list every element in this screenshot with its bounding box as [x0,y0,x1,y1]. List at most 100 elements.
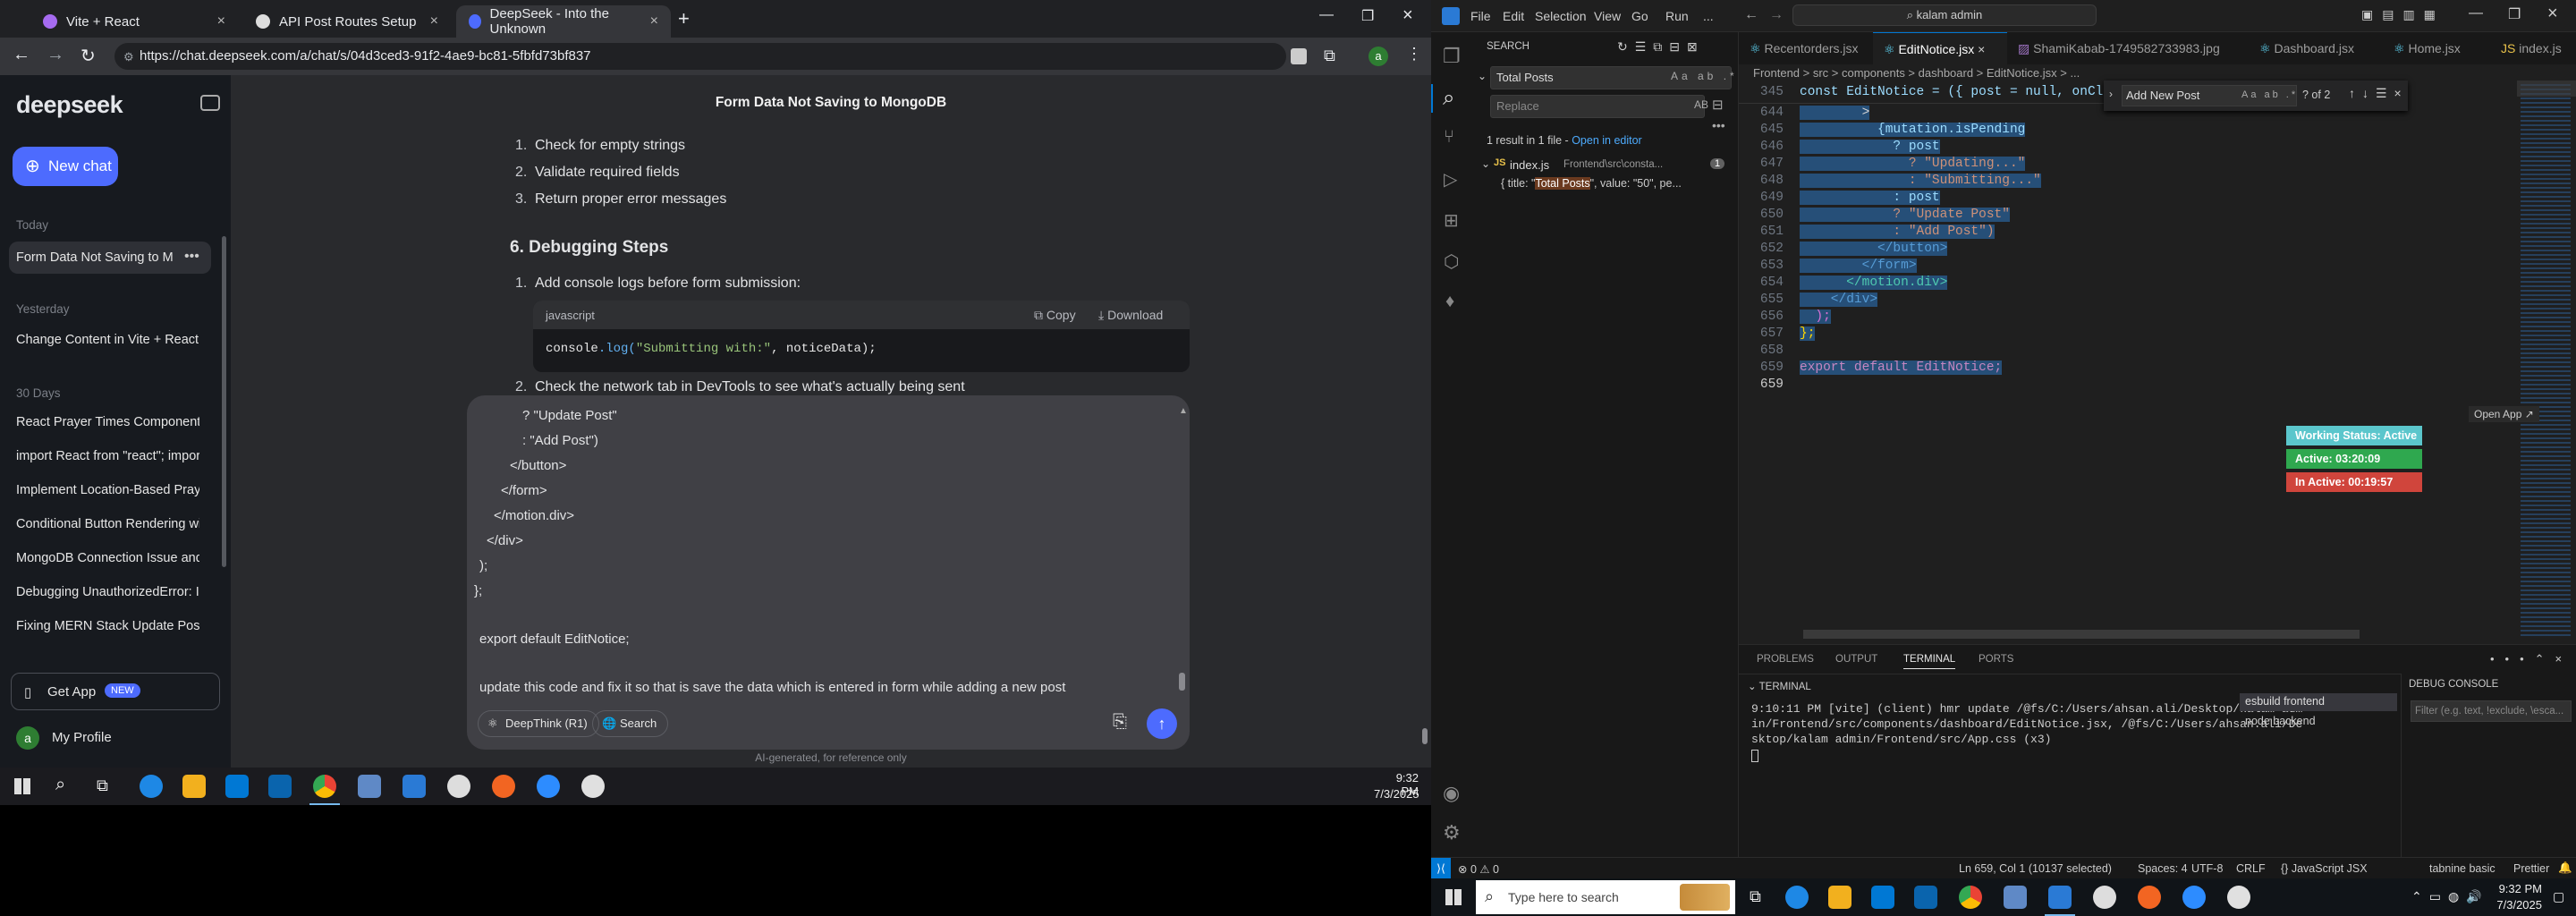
history-item[interactable]: Change Content in Vite + React [16,333,199,347]
menu-more[interactable]: ... [1703,9,1714,23]
tab-recentorders[interactable]: ⚛ Recentorders.jsx [1739,32,1873,64]
terminal-item[interactable]: node backend [2245,715,2316,727]
nav-forward-icon[interactable]: → [1769,7,1784,23]
run-debug-icon[interactable]: ▷ [1444,168,1457,191]
tab-image[interactable]: ▨ ShamiKabab-1749582733983.jpg [2007,32,2249,64]
task-view-icon[interactable]: ⧉ [97,776,108,795]
panel-tab-terminal[interactable]: TERMINAL [1903,654,1956,669]
menu-run[interactable]: Run [1665,9,1689,23]
tab-dashboard[interactable]: ⚛ Dashboard.jsx [2249,32,2383,64]
close-icon[interactable]: × [650,13,658,30]
site-info-icon[interactable]: ⚙ [123,50,134,64]
gear-icon[interactable]: ⚙ [1443,821,1461,844]
chat-input-box[interactable]: ? "Update Post" : "Add Post") </button> … [467,395,1190,750]
tabnine-status[interactable]: tabnine basic [2429,862,2496,875]
tab-editnotice[interactable]: ⚛ EditNotice.jsx × [1873,32,2007,64]
find-nav-buttons[interactable]: ↑↓☰× [2349,86,2409,101]
reload-icon[interactable]: ↻ [80,45,96,67]
history-item[interactable]: Fixing MERN Stack Update Post [16,619,199,633]
search-icon[interactable]: ⌕ [55,775,65,795]
close-icon[interactable]: × [2547,4,2558,24]
result-file-row[interactable]: ⌄ JS index.js Frontend\src\consta... 1 [1474,156,1739,175]
mail-icon[interactable] [268,775,292,798]
sidebar-scrollbar[interactable] [222,236,226,567]
store-icon[interactable] [1871,886,1894,909]
input-scrollbar[interactable] [1179,673,1185,691]
minimize-icon[interactable]: — [2469,5,2483,21]
clock-date[interactable]: 7/3/2025 [1374,787,1419,801]
menu-view[interactable]: View [1594,9,1621,23]
panel-tab-ports[interactable]: PORTS [1979,654,2013,665]
mail-icon[interactable] [1914,886,1937,909]
preserve-case-icon[interactable]: AB [1694,98,1708,111]
forward-icon[interactable]: → [47,45,64,65]
panel-actions[interactable]: •••⌃× [2490,652,2572,666]
menu-file[interactable]: File [1470,9,1491,23]
maximize-icon[interactable]: ❐ [1361,7,1374,25]
puzzle-icon[interactable]: ⧉ [1324,47,1335,65]
notification-icon[interactable]: ▢ [2553,889,2564,904]
search-icon[interactable]: ⌕ [1443,86,1454,111]
windows-start-icon[interactable] [1445,889,1462,905]
extension-icon[interactable] [1291,48,1307,64]
indentation[interactable]: Spaces: 4 [2138,862,2188,875]
close-icon[interactable]: × [430,13,438,30]
minimap-slider[interactable] [2517,81,2576,97]
main-scrollbar[interactable] [1422,728,1428,744]
cursor-position[interactable]: Ln 659, Col 1 (10137 selected) [1959,862,2112,875]
chrome-icon[interactable] [313,775,336,798]
code-area[interactable]: 644 > 645 {mutation.isPending 646 ? post… [1739,106,2517,606]
tab-deepseek[interactable]: DeepSeek - Into the Unknown × [456,5,671,38]
vscode-icon[interactable] [402,775,426,798]
bell-icon[interactable]: 🔔 [2558,861,2572,875]
address-bar[interactable]: https://chat.deepseek.com/a/chat/s/04d3c… [114,43,1286,70]
replace-input[interactable]: Replace [1490,95,1705,118]
history-item[interactable]: Implement Location-Based Praye [16,483,199,497]
send-button[interactable]: ↑ [1147,708,1177,739]
zoom-icon[interactable] [2182,886,2206,909]
taskbar-search[interactable]: ⌕ Type here to search [1476,880,1735,914]
toggle-replace-icon[interactable]: › [2109,88,2113,100]
history-item[interactable]: Debugging UnauthorizedError: I [16,585,199,599]
get-app-button[interactable]: ▯ Get App NEW [11,673,220,710]
close-window-icon[interactable]: × [1402,5,1413,26]
tab-index[interactable]: JS index.js [2490,32,2576,64]
explorer-icon[interactable]: ❐ [1443,45,1461,68]
vscode-insiders-icon[interactable] [358,775,381,798]
horizontal-scrollbar[interactable] [1803,630,2360,639]
chrome-alt-icon[interactable] [2227,886,2250,909]
collapse-sidebar-icon[interactable] [200,95,220,111]
encoding[interactable]: UTF-8 [2191,862,2223,875]
history-item[interactable]: React Prayer Times Component [16,415,199,429]
result-match-line[interactable]: { title: "Total Posts", value: "50", pe.… [1501,177,1682,190]
find-options[interactable]: Aa ab .* [2241,89,2298,100]
task-view-icon[interactable]: ⧉ [1750,887,1761,906]
debug-filter-input[interactable]: Filter (e.g. text, !exclude, \esca... [2411,700,2572,722]
back-icon[interactable]: ← [13,45,30,65]
deepseek-logo[interactable]: deepseek [16,91,123,119]
vscode-icon[interactable] [2048,886,2072,909]
attach-icon[interactable]: ⎘ [1113,712,1127,733]
open-app-button[interactable]: Open App ↗ [2469,406,2539,422]
open-in-editor-link[interactable]: Open in editor [1572,134,1642,147]
windows-start-icon[interactable] [14,778,30,794]
more-options-icon[interactable]: ••• [184,249,199,265]
file-explorer-icon[interactable] [1828,886,1852,909]
mongodb-icon[interactable]: ♦ [1445,292,1454,312]
nav-back-icon[interactable]: ← [1744,7,1758,23]
remote-icon[interactable]: ⟩⟨ [1431,858,1451,879]
chrome-alt-icon[interactable] [581,775,605,798]
breadcrumb[interactable]: Frontend > src > components > dashboard … [1753,66,2080,80]
menu-edit[interactable]: Edit [1503,9,1524,23]
search-button[interactable]: 🌐 Search [592,710,669,737]
close-icon[interactable]: × [217,13,225,30]
extensions-icon[interactable]: ⊞ [1444,209,1459,232]
file-explorer-icon[interactable] [182,775,206,798]
chrome-icon[interactable] [1959,886,1982,909]
menu-go[interactable]: Go [1631,9,1648,23]
postman-icon[interactable] [2138,886,2161,909]
panel-tab-output[interactable]: OUTPUT [1835,654,1877,665]
app-icon[interactable] [447,775,470,798]
scroll-up-icon[interactable]: ▲ [1179,406,1188,416]
language-mode[interactable]: {} JavaScript JSX [2281,862,2368,875]
